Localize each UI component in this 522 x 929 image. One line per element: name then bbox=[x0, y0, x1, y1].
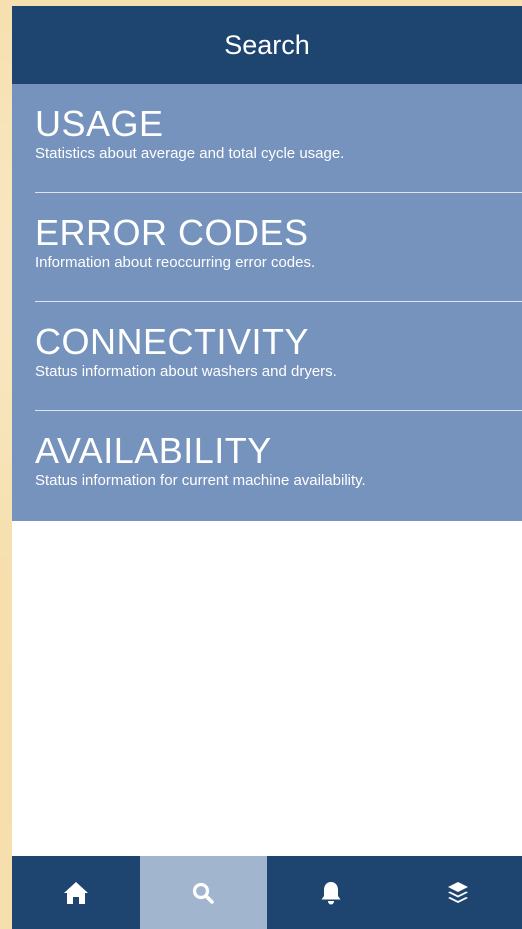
bell-icon bbox=[321, 881, 341, 904]
layers-icon bbox=[448, 881, 469, 903]
page-title: Search bbox=[224, 29, 310, 60]
menu-item-title: USAGE bbox=[35, 103, 164, 144]
header-bar: Search bbox=[12, 6, 522, 84]
menu-item-error-codes[interactable]: ERROR CODES Information about reoccurrin… bbox=[12, 193, 522, 302]
menu-item-title: AVAILABILITY bbox=[35, 430, 272, 471]
tab-layers[interactable] bbox=[395, 856, 522, 929]
search-menu: USAGE Statistics about average and total… bbox=[12, 84, 522, 521]
menu-item-description: Information about reoccurring error code… bbox=[35, 254, 316, 271]
menu-item-connectivity[interactable]: CONNECTIVITY Status information about wa… bbox=[12, 302, 522, 411]
menu-item-usage[interactable]: USAGE Statistics about average and total… bbox=[12, 84, 522, 193]
menu-item-title: ERROR CODES bbox=[35, 212, 309, 253]
app-screen: Search USAGE Statistics about average an… bbox=[12, 6, 522, 929]
home-icon bbox=[63, 881, 88, 904]
tab-notifications[interactable] bbox=[267, 856, 395, 929]
tab-search[interactable] bbox=[139, 856, 267, 929]
menu-item-description: Status information for current machine a… bbox=[35, 472, 366, 489]
menu-item-description: Statistics about average and total cycle… bbox=[35, 145, 345, 162]
tab-home[interactable] bbox=[12, 856, 140, 929]
search-icon bbox=[193, 882, 215, 904]
menu-item-availability[interactable]: AVAILABILITY Status information for curr… bbox=[12, 411, 522, 520]
menu-item-title: CONNECTIVITY bbox=[35, 321, 310, 362]
bottom-tab-bar bbox=[12, 856, 522, 929]
menu-item-description: Status information about washers and dry… bbox=[35, 363, 337, 380]
